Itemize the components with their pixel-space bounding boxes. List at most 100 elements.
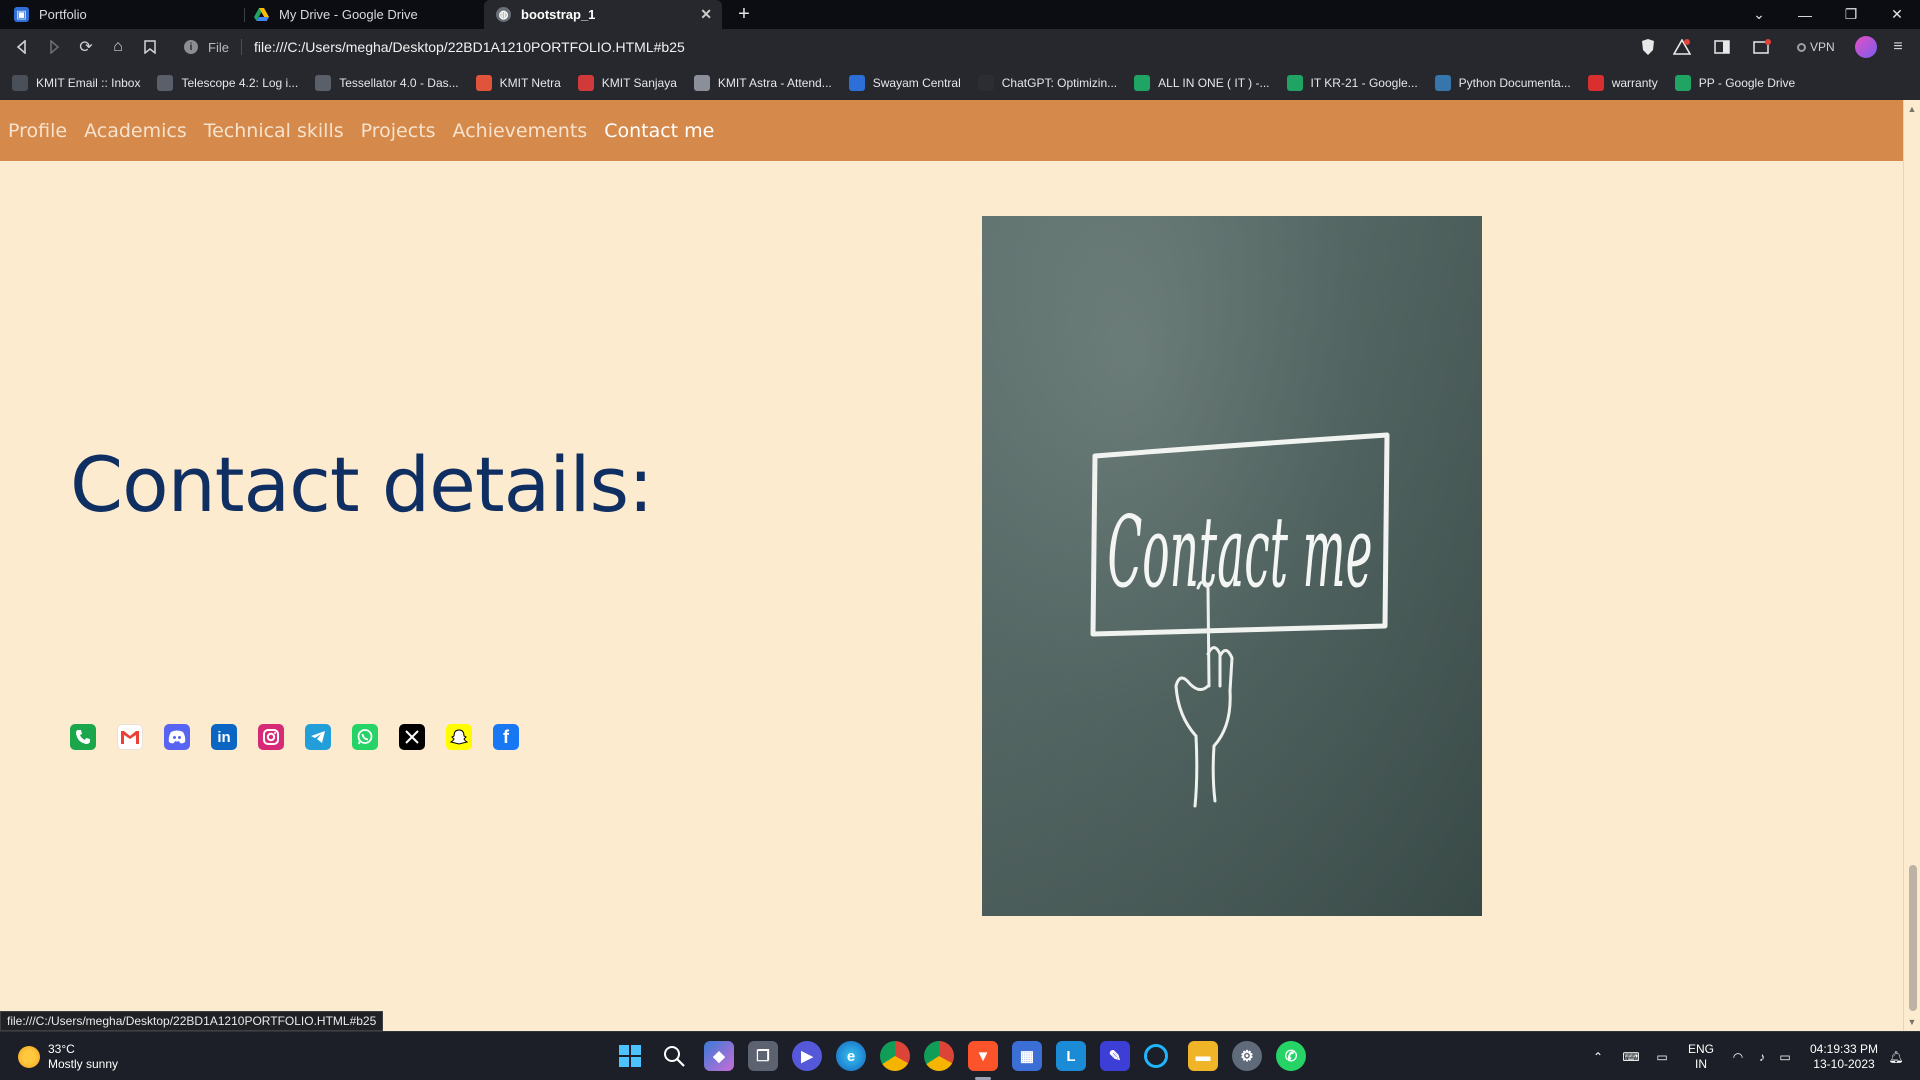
bookmark-label: Swayam Central (872, 75, 961, 90)
address-bar[interactable]: i File file:///C:/Users/megha/Desktop/22… (174, 33, 1620, 61)
bookmark-favicon-icon (157, 74, 174, 91)
bookmark-icon[interactable] (140, 37, 160, 57)
scroll-down-icon[interactable]: ▼ (1907, 1017, 1917, 1027)
tab-bootstrap[interactable]: ◍ bootstrap_1 ✕ (484, 0, 722, 29)
vpn-button[interactable]: VPN (1797, 37, 1835, 57)
weather-description: Mostly sunny (48, 1057, 119, 1071)
whatsapp-icon[interactable] (352, 724, 378, 750)
sidebar-toggle-icon[interactable] (1712, 37, 1732, 57)
tab-search-chevron-icon[interactable]: ⌄ (1736, 0, 1782, 29)
chrome-icon[interactable] (880, 1041, 910, 1071)
bookmark-item[interactable]: KMIT Astra - Attend... (693, 74, 832, 91)
brave-shields-icon[interactable] (1638, 37, 1658, 57)
bookmark-item[interactable]: KMIT Netra (475, 74, 561, 91)
site-info-icon[interactable]: i (184, 40, 198, 54)
edge-browser-icon[interactable]: e (836, 1041, 866, 1071)
nav-link-contact-me[interactable]: Contact me (604, 120, 714, 142)
wifi-icon[interactable]: ◠ (1728, 1032, 1748, 1080)
new-tab-button[interactable]: + (734, 4, 754, 24)
start-button[interactable] (615, 1041, 645, 1071)
wallet-icon[interactable] (1752, 37, 1772, 57)
close-window-button[interactable]: ✕ (1874, 0, 1920, 29)
nav-link-academics[interactable]: Academics (84, 120, 187, 142)
bookmark-label: IT KR-21 - Google... (1310, 75, 1418, 90)
battery-icon[interactable]: ▭ (1775, 1032, 1795, 1080)
discord-icon[interactable] (164, 724, 190, 750)
phone-icon[interactable] (70, 724, 96, 750)
profile-avatar[interactable] (1855, 36, 1877, 58)
contact-me-chalkboard-image: Contact me (982, 216, 1482, 916)
cortana-icon[interactable] (1144, 1044, 1168, 1068)
widgets-app-icon[interactable]: ◆ (704, 1041, 734, 1071)
facebook-icon[interactable]: f (493, 724, 519, 750)
chrome-profile-icon[interactable] (924, 1041, 954, 1071)
notes-app-icon[interactable]: ✎ (1100, 1041, 1130, 1071)
show-hidden-icons-chevron-icon[interactable]: ⌃ (1588, 1032, 1608, 1080)
scroll-up-icon[interactable]: ▲ (1907, 104, 1917, 114)
brave-rewards-icon[interactable] (1672, 37, 1692, 57)
gmail-icon[interactable] (117, 724, 143, 750)
nav-link-technical-skills[interactable]: Technical skills (204, 120, 344, 142)
microsoft-store-icon[interactable]: ▦ (1012, 1041, 1042, 1071)
clock-date: 13-10-2023 (1813, 1056, 1875, 1071)
brave-browser-icon[interactable]: ▼ (968, 1041, 998, 1071)
menu-icon[interactable]: ≡ (1888, 37, 1908, 57)
page-scrollbar[interactable]: ▲ ▼ (1903, 100, 1920, 1031)
settings-gear-icon[interactable]: ⚙ (1232, 1041, 1262, 1071)
bookmark-favicon-icon (848, 74, 865, 91)
weather-widget[interactable]: 33°C Mostly sunny (18, 1042, 118, 1072)
search-icon[interactable] (659, 1041, 689, 1071)
teams-chat-icon[interactable]: ▶ (792, 1041, 822, 1071)
pen-menu-icon[interactable]: ▭ (1651, 1032, 1673, 1080)
globe-icon: ◍ (496, 7, 511, 22)
close-tab-icon[interactable]: ✕ (700, 6, 712, 23)
bookmark-item[interactable]: KMIT Email :: Inbox (12, 74, 140, 91)
file-explorer-icon[interactable]: ▬ (1188, 1041, 1218, 1071)
scrollbar-thumb[interactable] (1909, 865, 1917, 1011)
sun-icon (18, 1046, 40, 1068)
bookmark-item[interactable]: warranty (1587, 74, 1658, 91)
notifications-bell-icon[interactable]: 🔔︎ (1886, 1032, 1906, 1080)
bookmark-item[interactable]: Python Documenta... (1434, 74, 1571, 91)
reload-button[interactable]: ⟳ (76, 37, 96, 57)
contact-heading: Contact details: (70, 440, 654, 529)
nav-link-projects[interactable]: Projects (361, 120, 436, 142)
bookmark-item[interactable]: ChatGPT: Optimizin... (977, 74, 1117, 91)
bookmark-item[interactable]: PP - Google Drive (1674, 74, 1795, 91)
whatsapp-app-icon[interactable]: ✆ (1276, 1041, 1306, 1071)
tab-portfolio[interactable]: ▣ Portfolio (2, 0, 240, 29)
forward-button[interactable] (44, 37, 64, 57)
toolbar: ⟳ ⌂ i File file:///C:/Users/megha/Deskto… (0, 29, 1920, 65)
linkedin-icon[interactable]: in (211, 724, 237, 750)
bookmark-item[interactable]: IT KR-21 - Google... (1286, 74, 1418, 91)
bookmark-item[interactable]: ALL IN ONE ( IT ) -... (1134, 74, 1270, 91)
bookmark-favicon-icon (12, 74, 28, 91)
keyboard-icon[interactable]: ⌨ (1620, 1032, 1642, 1080)
task-view-icon[interactable]: ❐ (748, 1041, 778, 1071)
bookmark-label: KMIT Astra - Attend... (717, 75, 832, 90)
back-button[interactable] (12, 37, 32, 57)
bookmark-item[interactable]: Telescope 4.2: Log i... (157, 74, 298, 91)
bookmark-item[interactable]: Swayam Central (848, 74, 961, 91)
minimize-button[interactable]: — (1782, 0, 1828, 29)
restore-button[interactable]: ❐ (1828, 0, 1874, 29)
snapchat-icon[interactable] (446, 724, 472, 750)
url-text[interactable]: file:///C:/Users/megha/Desktop/22BD1A121… (254, 39, 685, 55)
bookmark-item[interactable]: KMIT Sanjaya (577, 74, 677, 91)
instagram-icon[interactable] (258, 724, 284, 750)
nav-link-achievements[interactable]: Achievements (453, 120, 588, 142)
launcher-l-icon[interactable]: L (1056, 1041, 1086, 1071)
volume-icon[interactable]: ♪ (1752, 1032, 1772, 1080)
telegram-icon[interactable] (305, 724, 331, 750)
home-button[interactable]: ⌂ (108, 37, 128, 57)
portfolio-favicon-icon: ▣ (14, 7, 29, 22)
clock[interactable]: 04:19:33 PM 13-10-2023 (1804, 1032, 1884, 1080)
tab-google-drive[interactable]: My Drive - Google Drive (242, 0, 480, 29)
bookmark-item[interactable]: Tessellator 4.0 - Das... (315, 74, 459, 91)
language-indicator[interactable]: ENG IN (1684, 1032, 1718, 1080)
social-links: in f (70, 724, 540, 750)
bookmark-label: ALL IN ONE ( IT ) -... (1158, 75, 1270, 90)
nav-link-profile[interactable]: Profile (8, 120, 67, 142)
site-navbar: Profile Academics Technical skills Projects… (0, 100, 1903, 161)
x-icon[interactable] (399, 724, 425, 750)
